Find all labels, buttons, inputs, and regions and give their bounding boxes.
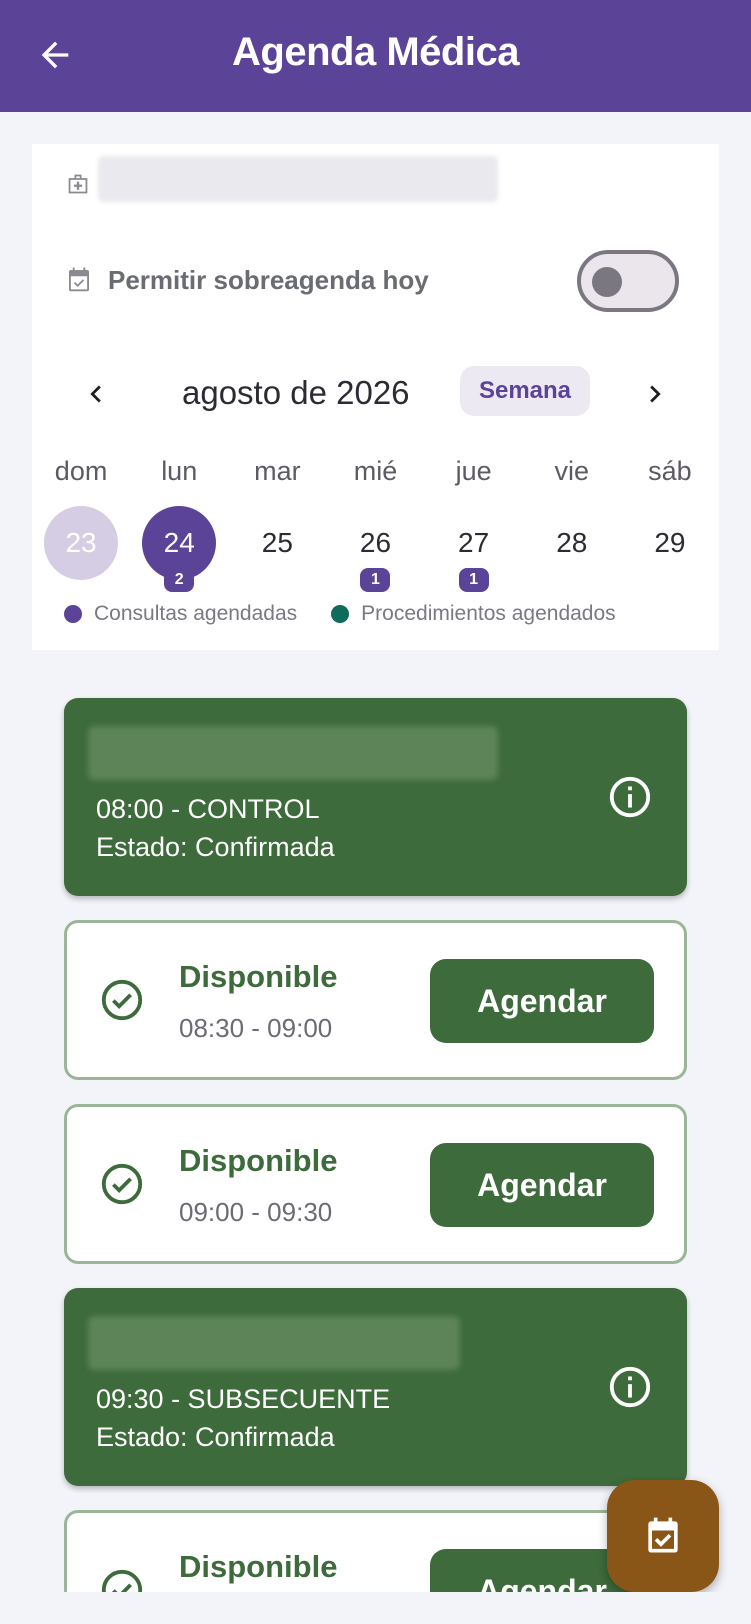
- check-circle-icon: [101, 1163, 143, 1205]
- slot-availability: Disponible: [179, 1549, 338, 1584]
- slot-availability: Disponible: [179, 959, 338, 994]
- legend-dot-consultas: [64, 605, 82, 623]
- booked-slot-card[interactable]: 09:30 - SUBSECUENTE Estado: Confirmada: [64, 1288, 687, 1486]
- next-week-button[interactable]: [635, 370, 675, 418]
- slot-availability: Disponible: [179, 1143, 338, 1178]
- slot-time-type: 08:00 - CONTROL: [96, 794, 320, 824]
- clinic-row[interactable]: [64, 162, 92, 206]
- slot-status: Estado: Confirmada: [96, 832, 335, 862]
- screen: Agenda Médica Permitir sobreagenda hoy a…: [0, 0, 751, 1592]
- page-title: Agenda Médica: [232, 30, 519, 74]
- appointment-count-badge: 1: [360, 568, 391, 592]
- overbooking-label: Permitir sobreagenda hoy: [108, 264, 429, 295]
- slot-status: Estado: Confirmada: [96, 1422, 335, 1452]
- week-days: 23 24 2 25 26 1 27 1 28 29: [32, 506, 719, 602]
- weekday-header: dom lun mar mié jue vie sáb: [32, 456, 719, 487]
- legend-dot-procedimientos: [331, 605, 350, 623]
- day-cell[interactable]: 25: [228, 506, 326, 602]
- previous-week-button[interactable]: [76, 370, 116, 418]
- slot-list: 08:00 - CONTROL Estado: Confirmada Dispo…: [64, 698, 687, 1592]
- app-bar: Agenda Médica: [0, 0, 751, 112]
- schedule-button[interactable]: Agendar: [430, 959, 654, 1043]
- overbooking-row: Permitir sobreagenda hoy: [64, 250, 679, 312]
- booked-slot-card[interactable]: 08:00 - CONTROL Estado: Confirmada: [64, 698, 687, 896]
- day-number: 23: [44, 506, 119, 580]
- weekday-label: sáb: [648, 456, 692, 486]
- available-slot-card: Disponible Agendar: [64, 1510, 687, 1592]
- info-icon[interactable]: [607, 774, 653, 820]
- weekday-label: jue: [455, 456, 492, 486]
- patient-name-redacted: [88, 726, 498, 780]
- slot-time-type: 09:30 - SUBSECUENTE: [96, 1384, 391, 1414]
- chevron-right-icon: [650, 385, 661, 403]
- month-navigation: agosto de 2026 Semana: [32, 366, 719, 422]
- legend-item: Consultas agendadas: [64, 602, 297, 626]
- check-circle-icon: [101, 1569, 143, 1592]
- slot-time-range: 08:30 - 09:00: [179, 1013, 333, 1043]
- weekday-label: mar: [254, 456, 301, 486]
- weekday-label: mié: [353, 456, 398, 486]
- calendar-check-icon: [648, 1517, 678, 1553]
- legend-item: Procedimientos agendados: [331, 602, 616, 626]
- toggle-knob: [592, 267, 622, 297]
- legend-label: Procedimientos agendados: [361, 602, 616, 625]
- day-cell[interactable]: 26 1: [326, 506, 424, 602]
- settings-calendar-panel: Permitir sobreagenda hoy agosto de 2026 …: [32, 144, 719, 650]
- day-number: 28: [556, 527, 588, 558]
- calendar-fab[interactable]: [607, 1480, 719, 1592]
- weekday-label: dom: [54, 456, 108, 486]
- day-number: 29: [654, 527, 686, 558]
- schedule-button[interactable]: Agendar: [430, 1143, 654, 1227]
- patient-name-redacted: [88, 1316, 460, 1370]
- day-number: 25: [261, 527, 293, 558]
- available-slot-card: Disponible 09:00 - 09:30 Agendar: [64, 1104, 687, 1264]
- weekday-label: lun: [161, 456, 198, 486]
- appointment-count-badge: 1: [458, 568, 489, 592]
- month-label: agosto de 2026: [182, 374, 410, 411]
- chevron-left-icon: [90, 385, 101, 403]
- medical-bag-icon: [68, 174, 88, 194]
- available-slot-card: Disponible 08:30 - 09:00 Agendar: [64, 920, 687, 1080]
- calendar-legend: Consultas agendadas Procedimientos agend…: [64, 602, 650, 626]
- day-cell[interactable]: 23: [32, 506, 130, 602]
- clinic-name-redacted: [98, 156, 498, 202]
- day-cell[interactable]: 29: [621, 506, 719, 602]
- weekday-label: vie: [554, 456, 590, 486]
- check-circle-icon: [101, 979, 143, 1021]
- info-icon[interactable]: [607, 1364, 653, 1410]
- calendar-check-icon: [69, 267, 89, 292]
- day-cell-selected[interactable]: 24 2: [130, 506, 228, 602]
- overbooking-toggle[interactable]: [577, 250, 679, 312]
- appointment-count-badge: 2: [164, 568, 195, 592]
- day-cell[interactable]: 28: [523, 506, 621, 602]
- view-mode-chip[interactable]: Semana: [460, 366, 590, 416]
- slot-time-range: 09:00 - 09:30: [179, 1197, 333, 1227]
- legend-label: Consultas agendadas: [94, 602, 298, 625]
- day-cell[interactable]: 27 1: [425, 506, 523, 602]
